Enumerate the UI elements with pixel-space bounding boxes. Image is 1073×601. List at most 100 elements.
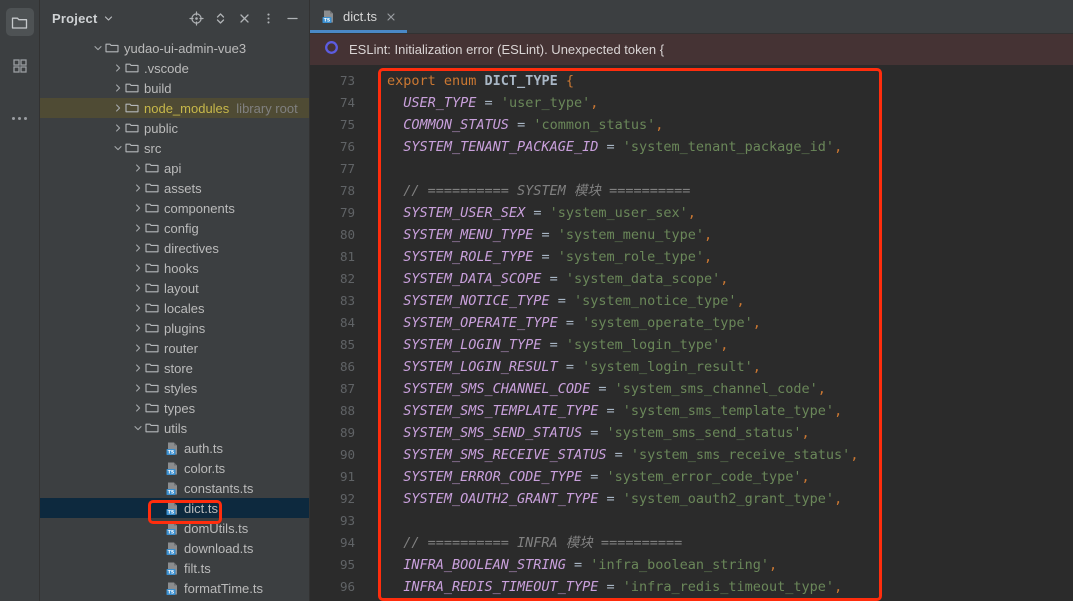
tree-row-label: public: [144, 122, 178, 135]
code-line[interactable]: SYSTEM_USER_SEX = 'system_user_sex',: [387, 202, 1073, 224]
chevron-right-icon[interactable]: [132, 162, 144, 174]
code-line[interactable]: [387, 510, 1073, 532]
tree-row-public[interactable]: public: [40, 118, 309, 138]
tree-row-constants-ts[interactable]: TSconstants.ts: [40, 478, 309, 498]
tree-row-auth-ts[interactable]: TSauth.ts: [40, 438, 309, 458]
chevron-down-icon[interactable]: [112, 142, 124, 154]
tree-row-label: hooks: [164, 262, 199, 275]
code-line[interactable]: [387, 158, 1073, 180]
chevron-right-icon[interactable]: [112, 62, 124, 74]
tree-row-assets[interactable]: assets: [40, 178, 309, 198]
code-line[interactable]: SYSTEM_SMS_RECEIVE_STATUS = 'system_sms_…: [387, 444, 1073, 466]
tree-row-types[interactable]: types: [40, 398, 309, 418]
tree-row-hooks[interactable]: hooks: [40, 258, 309, 278]
code-line[interactable]: SYSTEM_NOTICE_TYPE = 'system_notice_type…: [387, 290, 1073, 312]
line-number: 77: [310, 158, 355, 180]
code-line[interactable]: SYSTEM_SMS_SEND_STATUS = 'system_sms_sen…: [387, 422, 1073, 444]
tree-row-formattime-ts[interactable]: TSformatTime.ts: [40, 578, 309, 598]
chevron-right-icon[interactable]: [132, 222, 144, 234]
chevron-right-icon[interactable]: [132, 282, 144, 294]
tree-row-label: layout: [164, 282, 199, 295]
collapse-all-icon[interactable]: [233, 7, 255, 29]
chevron-right-icon[interactable]: [132, 202, 144, 214]
svg-text:TS: TS: [167, 469, 173, 475]
svg-text:TS: TS: [323, 18, 329, 24]
code-line[interactable]: SYSTEM_OPERATE_TYPE = 'system_operate_ty…: [387, 312, 1073, 334]
code-line[interactable]: USER_TYPE = 'user_type',: [387, 92, 1073, 114]
svg-text:TS: TS: [167, 449, 173, 455]
tree-row-utils[interactable]: utils: [40, 418, 309, 438]
tree-row-label: router: [164, 342, 198, 355]
code-line[interactable]: SYSTEM_OAUTH2_GRANT_TYPE = 'system_oauth…: [387, 488, 1073, 510]
chevron-down-icon[interactable]: [92, 42, 104, 54]
chevron-right-icon[interactable]: [132, 382, 144, 394]
tree-row-label: constants.ts: [184, 482, 253, 495]
code-line[interactable]: SYSTEM_SMS_TEMPLATE_TYPE = 'system_sms_t…: [387, 400, 1073, 422]
chevron-right-icon[interactable]: [112, 102, 124, 114]
tree-row-directives[interactable]: directives: [40, 238, 309, 258]
close-icon[interactable]: [384, 10, 398, 24]
tree-row-color-ts[interactable]: TScolor.ts: [40, 458, 309, 478]
project-panel-toolbar: [185, 7, 303, 29]
tree-row-config[interactable]: config: [40, 218, 309, 238]
chevron-down-icon[interactable]: [132, 422, 144, 434]
locate-target-icon[interactable]: [185, 7, 207, 29]
tree-row-dict-ts[interactable]: TSdict.ts: [40, 498, 309, 518]
tree-row-src[interactable]: src: [40, 138, 309, 158]
code-line[interactable]: INFRA_BOOLEAN_STRING = 'infra_boolean_st…: [387, 554, 1073, 576]
line-number: 76: [310, 136, 355, 158]
code-content[interactable]: export enum DICT_TYPE { USER_TYPE = 'use…: [378, 65, 1073, 601]
chevron-right-icon[interactable]: [112, 82, 124, 94]
tree-row-plugins[interactable]: plugins: [40, 318, 309, 338]
chevron-down-icon[interactable]: [103, 13, 114, 24]
svg-text:TS: TS: [167, 589, 173, 595]
chevron-right-icon[interactable]: [132, 342, 144, 354]
tree-row-router[interactable]: router: [40, 338, 309, 358]
code-line[interactable]: export enum DICT_TYPE {: [387, 70, 1073, 92]
tree-row-layout[interactable]: layout: [40, 278, 309, 298]
structure-tool-window-icon[interactable]: [6, 52, 34, 80]
code-line[interactable]: SYSTEM_ERROR_CODE_TYPE = 'system_error_c…: [387, 466, 1073, 488]
code-line[interactable]: // ========== INFRA 模块 ==========: [387, 532, 1073, 554]
code-line[interactable]: SYSTEM_SMS_CHANNEL_CODE = 'system_sms_ch…: [387, 378, 1073, 400]
ellipsis-icon[interactable]: [6, 104, 34, 132]
tree-row-components[interactable]: components: [40, 198, 309, 218]
tree-row-locales[interactable]: locales: [40, 298, 309, 318]
tree-row-api[interactable]: api: [40, 158, 309, 178]
tree-row-node-modules[interactable]: node_moduleslibrary root: [40, 98, 309, 118]
chevron-right-icon[interactable]: [132, 322, 144, 334]
code-line[interactable]: SYSTEM_LOGIN_RESULT = 'system_login_resu…: [387, 356, 1073, 378]
tree-row-yudao-ui-admin-vue3[interactable]: yudao-ui-admin-vue3: [40, 38, 309, 58]
code-line[interactable]: SYSTEM_DATA_SCOPE = 'system_data_scope',: [387, 268, 1073, 290]
code-line[interactable]: SYSTEM_MENU_TYPE = 'system_menu_type',: [387, 224, 1073, 246]
tree-row-filt-ts[interactable]: TSfilt.ts: [40, 558, 309, 578]
line-number: 88: [310, 400, 355, 422]
chevron-right-icon[interactable]: [132, 262, 144, 274]
tree-row-domutils-ts[interactable]: TSdomUtils.ts: [40, 518, 309, 538]
code-line[interactable]: SYSTEM_LOGIN_TYPE = 'system_login_type',: [387, 334, 1073, 356]
minimize-icon[interactable]: [281, 7, 303, 29]
code-line[interactable]: SYSTEM_TENANT_PACKAGE_ID = 'system_tenan…: [387, 136, 1073, 158]
tool-window-rail: [0, 0, 40, 601]
tree-row-build[interactable]: build: [40, 78, 309, 98]
chevron-right-icon[interactable]: [132, 242, 144, 254]
editor-tab-bar: TSdict.ts: [310, 0, 1073, 34]
chevron-right-icon[interactable]: [132, 362, 144, 374]
project-tool-window-icon[interactable]: [6, 8, 34, 36]
tree-row-styles[interactable]: styles: [40, 378, 309, 398]
tree-row-download-ts[interactable]: TSdownload.ts: [40, 538, 309, 558]
project-file-tree[interactable]: yudao-ui-admin-vue3.vscodebuildnode_modu…: [40, 36, 309, 601]
chevron-right-icon[interactable]: [132, 402, 144, 414]
tree-row--vscode[interactable]: .vscode: [40, 58, 309, 78]
expand-collapse-icon[interactable]: [209, 7, 231, 29]
editor-tab-dict-ts[interactable]: TSdict.ts: [310, 0, 407, 33]
chevron-right-icon[interactable]: [112, 122, 124, 134]
vertical-ellipsis-icon[interactable]: [257, 7, 279, 29]
chevron-right-icon[interactable]: [132, 182, 144, 194]
tree-row-store[interactable]: store: [40, 358, 309, 378]
code-line[interactable]: SYSTEM_ROLE_TYPE = 'system_role_type',: [387, 246, 1073, 268]
code-line[interactable]: // ========== SYSTEM 模块 ==========: [387, 180, 1073, 202]
code-line[interactable]: INFRA_REDIS_TIMEOUT_TYPE = 'infra_redis_…: [387, 576, 1073, 598]
code-line[interactable]: COMMON_STATUS = 'common_status',: [387, 114, 1073, 136]
chevron-right-icon[interactable]: [132, 302, 144, 314]
